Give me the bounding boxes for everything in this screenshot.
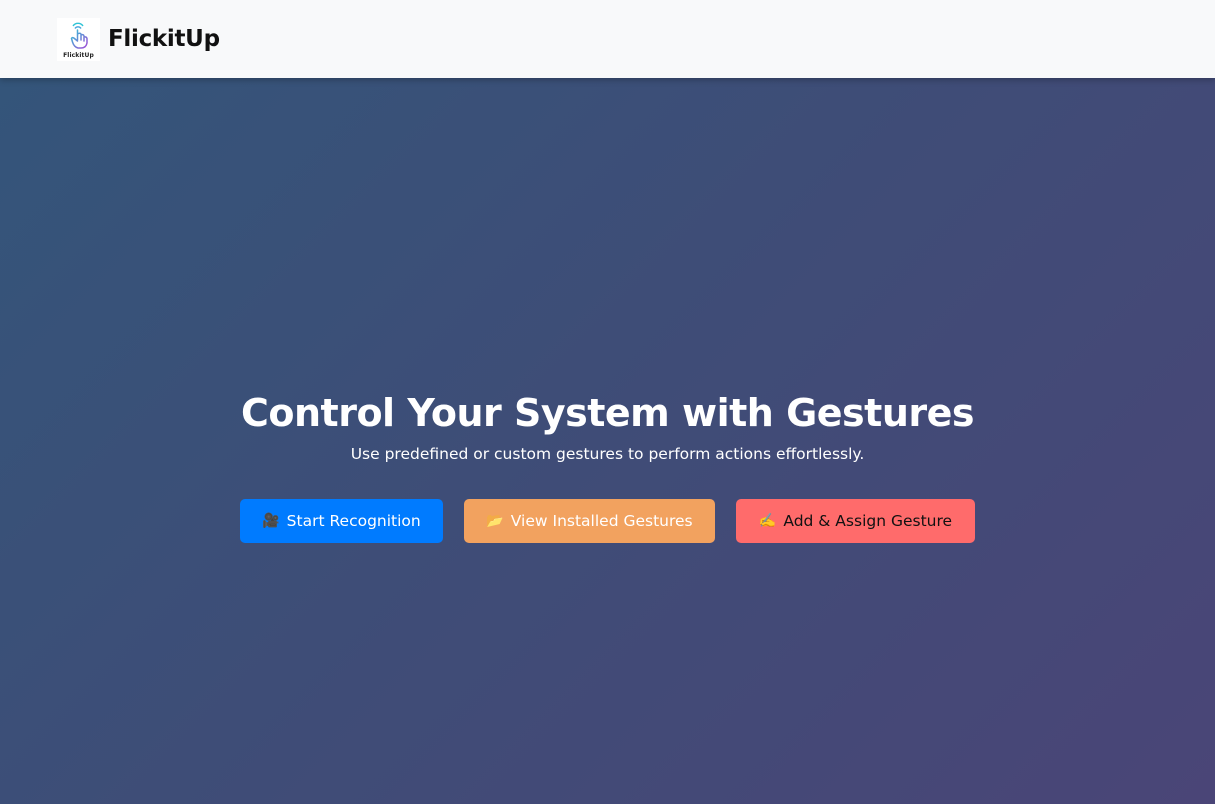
navbar: FlickitUp FlickitUp <box>0 0 1215 78</box>
start-recognition-label: Start Recognition <box>286 512 421 530</box>
hero-subtitle: Use predefined or custom gestures to per… <box>350 445 865 463</box>
hero-title: Control Your System with Gestures <box>241 391 975 435</box>
folder-icon: 📂 <box>486 513 504 529</box>
start-recognition-button[interactable]: 🎥 Start Recognition <box>240 499 443 543</box>
logo-caption: FlickitUp <box>63 51 94 59</box>
camera-icon: 🎥 <box>262 513 280 529</box>
view-installed-gestures-label: View Installed Gestures <box>510 512 693 530</box>
brand-name[interactable]: FlickitUp <box>108 26 220 52</box>
brand-logo[interactable]: FlickitUp <box>57 17 100 61</box>
hand-tap-icon <box>70 22 88 49</box>
hero-section: Control Your System with Gestures Use pr… <box>0 78 1215 804</box>
action-buttons: 🎥 Start Recognition 📂 View Installed Ges… <box>240 499 975 543</box>
view-installed-gestures-button[interactable]: 📂 View Installed Gestures <box>464 499 715 543</box>
add-assign-gesture-label: Add & Assign Gesture <box>783 512 953 530</box>
writing-hand-icon: ✍️ <box>758 513 777 529</box>
add-assign-gesture-button[interactable]: ✍️ Add & Assign Gesture <box>736 499 975 543</box>
